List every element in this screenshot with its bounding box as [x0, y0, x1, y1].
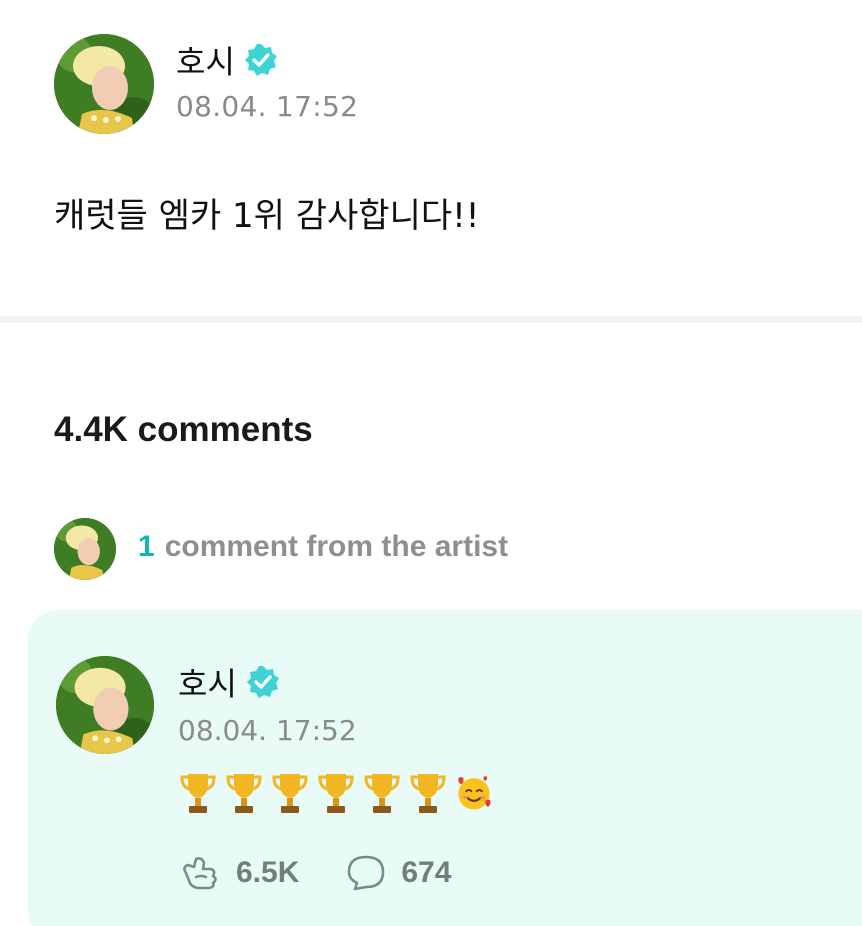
- like-button[interactable]: 6.5K: [178, 853, 299, 893]
- trophy-emoji: [270, 770, 310, 816]
- author-row: 호시: [176, 38, 279, 82]
- avatar-portrait-image: [54, 518, 116, 580]
- comments-count-heading: 4.4K comments: [54, 410, 313, 449]
- trophy-emoji: [178, 770, 218, 816]
- comment-actions: 6.5K 674: [178, 850, 495, 896]
- artist-comment-label: comment from the artist: [164, 530, 509, 563]
- author-name[interactable]: 호시: [176, 37, 235, 83]
- post-timestamp: 08.04. 17:52: [176, 90, 359, 123]
- comment-body: [178, 768, 494, 818]
- verified-badge-icon: [243, 42, 279, 78]
- lightstick-like-icon: [183, 857, 217, 890]
- comment-author-name[interactable]: 호시: [178, 659, 237, 705]
- author-avatar[interactable]: [54, 34, 154, 134]
- reply-count: 674: [401, 856, 452, 889]
- reply-button[interactable]: 674: [343, 853, 451, 893]
- trophy-emoji: [408, 770, 448, 816]
- speech-bubble-icon: [348, 855, 385, 891]
- artist-mini-avatar[interactable]: [54, 518, 116, 580]
- avatar-portrait-image: [56, 656, 154, 754]
- post-detail-page: 호시 08.04. 17:52 캐럿들 엠카 1위 감사합니다!! 4.4K c…: [0, 0, 862, 926]
- like-count: 6.5K: [236, 856, 300, 889]
- comment-timestamp: 08.04. 17:52: [178, 714, 357, 747]
- avatar-portrait-image: [54, 34, 154, 134]
- comment-author-row: 호시: [178, 660, 281, 704]
- artist-comment-link[interactable]: 1 comment from the artist: [138, 530, 508, 564]
- comment-author-avatar[interactable]: [56, 656, 154, 754]
- trophy-emoji: [362, 770, 402, 816]
- section-divider: [0, 316, 862, 323]
- artist-comment-count: 1: [138, 530, 155, 563]
- verified-badge-icon: [245, 664, 281, 700]
- smiling-face-with-hearts-emoji: [454, 770, 494, 816]
- trophy-emoji: [316, 770, 356, 816]
- post-body-text: 캐럿들 엠카 1위 감사합니다!!: [54, 196, 480, 236]
- trophy-emoji: [224, 770, 264, 816]
